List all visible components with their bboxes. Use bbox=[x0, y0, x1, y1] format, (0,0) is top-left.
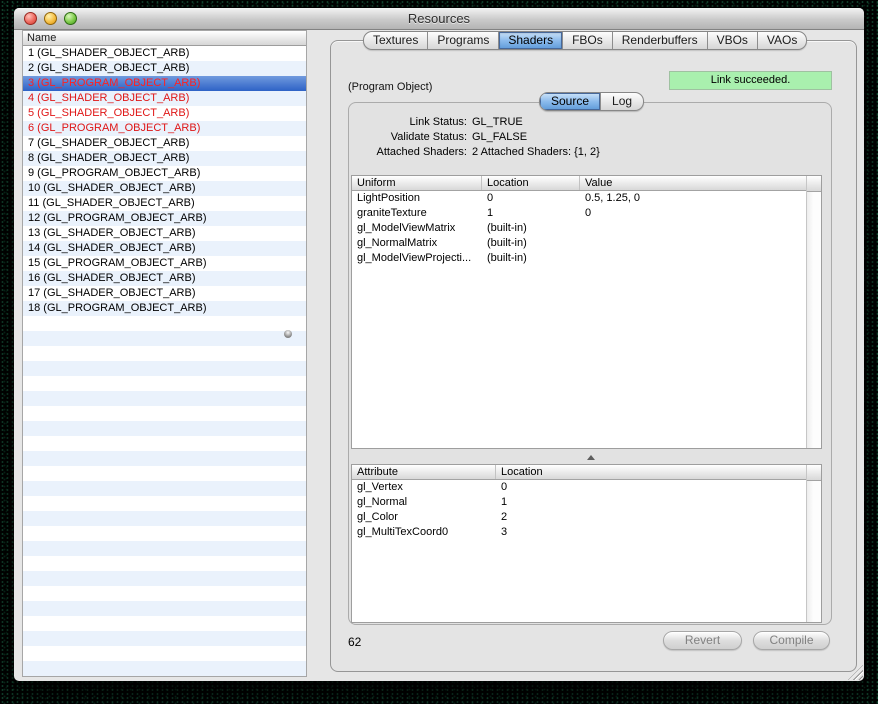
uniform-location-cell: 0 bbox=[482, 191, 580, 206]
uniform-name-cell: gl_ModelViewProjecti... bbox=[352, 251, 482, 266]
uniform-location-cell: (built-in) bbox=[482, 251, 580, 266]
attribute-name-cell: gl_Color bbox=[352, 510, 496, 525]
uniform-table-row[interactable]: LightPosition 0 0.5, 1.25, 0 bbox=[352, 191, 821, 206]
uniform-table-row[interactable]: gl_NormalMatrix (built-in) bbox=[352, 236, 821, 251]
resources-window: Resources Name 1 (GL_SHADER_OBJECT_ARB)2… bbox=[14, 8, 864, 681]
window-titlebar[interactable]: Resources bbox=[14, 8, 864, 30]
uniform-value-cell bbox=[580, 236, 821, 251]
uniform-table-row[interactable]: graniteTexture 1 0 bbox=[352, 206, 821, 221]
resource-type-tab[interactable]: Programs bbox=[428, 32, 499, 49]
program-status-block: Link Status: GL_TRUE Validate Status: GL… bbox=[349, 115, 831, 160]
attribute-name-cell: gl_MultiTexCoord0 bbox=[352, 525, 496, 540]
status-value: 2 Attached Shaders: {1, 2} bbox=[467, 145, 600, 160]
resource-list-item[interactable]: 9 (GL_PROGRAM_OBJECT_ARB) bbox=[23, 166, 306, 181]
resource-type-tab[interactable]: Shaders bbox=[499, 32, 563, 49]
resource-list-item[interactable]: 17 (GL_SHADER_OBJECT_ARB) bbox=[23, 286, 306, 301]
uniform-table: UniformLocationValue LightPosition 0 0.5… bbox=[351, 175, 822, 449]
uniform-name-cell: gl_NormalMatrix bbox=[352, 236, 482, 251]
uniform-value-cell: 0.5, 1.25, 0 bbox=[580, 191, 821, 206]
resource-type-tabs: TexturesProgramsShadersFBOsRenderbuffers… bbox=[363, 31, 807, 50]
attribute-table: AttributeLocation gl_Vertex 0 gl_Normal … bbox=[351, 464, 822, 623]
attribute-table-row[interactable]: gl_Normal 1 bbox=[352, 495, 821, 510]
table-splitter-grabber[interactable] bbox=[587, 455, 595, 460]
uniform-column-header[interactable]: Location bbox=[482, 176, 580, 190]
resource-list-item[interactable]: 6 (GL_PROGRAM_OBJECT_ARB) bbox=[23, 121, 306, 136]
resource-list-item[interactable]: 10 (GL_SHADER_OBJECT_ARB) bbox=[23, 181, 306, 196]
attribute-name-cell: gl_Normal bbox=[352, 495, 496, 510]
pane-splitter-handle[interactable] bbox=[284, 330, 292, 338]
resource-list-item[interactable]: 16 (GL_SHADER_OBJECT_ARB) bbox=[23, 271, 306, 286]
uniform-location-cell: (built-in) bbox=[482, 236, 580, 251]
resource-type-tab[interactable]: FBOs bbox=[563, 32, 613, 49]
revert-button[interactable]: Revert bbox=[663, 631, 742, 650]
uniform-column-header[interactable]: Value bbox=[580, 176, 821, 190]
attribute-table-row[interactable]: gl_Color 2 bbox=[352, 510, 821, 525]
status-label: Attached Shaders: bbox=[349, 145, 467, 160]
status-label: Validate Status: bbox=[349, 130, 467, 145]
source-log-tabs: SourceLog bbox=[539, 92, 644, 111]
uniform-value-cell bbox=[580, 221, 821, 236]
attribute-location-cell: 2 bbox=[496, 510, 821, 525]
attribute-location-cell: 0 bbox=[496, 480, 821, 495]
resource-list-item[interactable]: 2 (GL_SHADER_OBJECT_ARB) bbox=[23, 61, 306, 76]
object-type-label: (Program Object) bbox=[348, 81, 432, 93]
attribute-table-scrollbar[interactable] bbox=[806, 465, 821, 622]
resource-type-tab[interactable]: VBOs bbox=[708, 32, 758, 49]
status-value: GL_TRUE bbox=[467, 115, 523, 130]
uniform-location-cell: (built-in) bbox=[482, 221, 580, 236]
resource-type-tab[interactable]: VAOs bbox=[758, 32, 806, 49]
resource-list-item[interactable]: 5 (GL_SHADER_OBJECT_ARB) bbox=[23, 106, 306, 121]
resource-type-tab[interactable]: Textures bbox=[364, 32, 428, 49]
status-line: Validate Status: GL_FALSE bbox=[349, 130, 831, 145]
uniform-name-cell: graniteTexture bbox=[352, 206, 482, 221]
uniform-table-scrollbar[interactable] bbox=[806, 176, 821, 448]
resource-list-item[interactable]: 11 (GL_SHADER_OBJECT_ARB) bbox=[23, 196, 306, 211]
attribute-name-cell: gl_Vertex bbox=[352, 480, 496, 495]
compile-button[interactable]: Compile bbox=[753, 631, 830, 650]
status-value: GL_FALSE bbox=[467, 130, 527, 145]
attribute-table-row[interactable]: gl_Vertex 0 bbox=[352, 480, 821, 495]
link-status-badge: Link succeeded. bbox=[669, 71, 832, 90]
attribute-column-header[interactable]: Location bbox=[496, 465, 821, 479]
object-id-label: 62 bbox=[348, 635, 361, 649]
resource-list-item[interactable]: 8 (GL_SHADER_OBJECT_ARB) bbox=[23, 151, 306, 166]
resource-type-tab[interactable]: Renderbuffers bbox=[613, 32, 708, 49]
attribute-table-row[interactable]: gl_MultiTexCoord0 3 bbox=[352, 525, 821, 540]
resource-list-item[interactable]: 14 (GL_SHADER_OBJECT_ARB) bbox=[23, 241, 306, 256]
shader-detail-box: Link Status: GL_TRUE Validate Status: GL… bbox=[348, 102, 832, 625]
uniform-table-body: LightPosition 0 0.5, 1.25, 0 graniteText… bbox=[352, 191, 821, 266]
resource-list-item[interactable]: 18 (GL_PROGRAM_OBJECT_ARB) bbox=[23, 301, 306, 316]
resource-list-item[interactable]: 7 (GL_SHADER_OBJECT_ARB) bbox=[23, 136, 306, 151]
uniform-name-cell: LightPosition bbox=[352, 191, 482, 206]
attribute-location-cell: 1 bbox=[496, 495, 821, 510]
attribute-table-header[interactable]: AttributeLocation bbox=[352, 465, 821, 480]
source-log-tab[interactable]: Source bbox=[540, 93, 601, 110]
uniform-name-cell: gl_ModelViewMatrix bbox=[352, 221, 482, 236]
resource-list-panel: Name 1 (GL_SHADER_OBJECT_ARB)2 (GL_SHADE… bbox=[22, 30, 307, 677]
status-line: Attached Shaders: 2 Attached Shaders: {1… bbox=[349, 145, 831, 160]
resource-list-item[interactable]: 4 (GL_SHADER_OBJECT_ARB) bbox=[23, 91, 306, 106]
source-log-tab[interactable]: Log bbox=[601, 93, 643, 110]
resource-list-item[interactable]: 12 (GL_PROGRAM_OBJECT_ARB) bbox=[23, 211, 306, 226]
uniform-location-cell: 1 bbox=[482, 206, 580, 221]
status-label: Link Status: bbox=[349, 115, 467, 130]
status-line: Link Status: GL_TRUE bbox=[349, 115, 831, 130]
resource-list-item[interactable]: 1 (GL_SHADER_OBJECT_ARB) bbox=[23, 46, 306, 61]
uniform-table-row[interactable]: gl_ModelViewProjecti... (built-in) bbox=[352, 251, 821, 266]
attribute-column-header[interactable]: Attribute bbox=[352, 465, 496, 479]
resource-list[interactable]: 1 (GL_SHADER_OBJECT_ARB)2 (GL_SHADER_OBJ… bbox=[23, 46, 306, 676]
uniform-table-row[interactable]: gl_ModelViewMatrix (built-in) bbox=[352, 221, 821, 236]
attribute-table-body: gl_Vertex 0 gl_Normal 1 gl_Color 2 gl_Mu… bbox=[352, 480, 821, 540]
attribute-location-cell: 3 bbox=[496, 525, 821, 540]
resource-list-item[interactable]: 3 (GL_PROGRAM_OBJECT_ARB) bbox=[23, 76, 306, 91]
resource-list-item[interactable]: 15 (GL_PROGRAM_OBJECT_ARB) bbox=[23, 256, 306, 271]
uniform-value-cell bbox=[580, 251, 821, 266]
window-title: Resources bbox=[14, 11, 864, 26]
name-column-header[interactable]: Name bbox=[23, 31, 306, 46]
uniform-column-header[interactable]: Uniform bbox=[352, 176, 482, 190]
uniform-table-header[interactable]: UniformLocationValue bbox=[352, 176, 821, 191]
uniform-value-cell: 0 bbox=[580, 206, 821, 221]
resource-list-item[interactable]: 13 (GL_SHADER_OBJECT_ARB) bbox=[23, 226, 306, 241]
